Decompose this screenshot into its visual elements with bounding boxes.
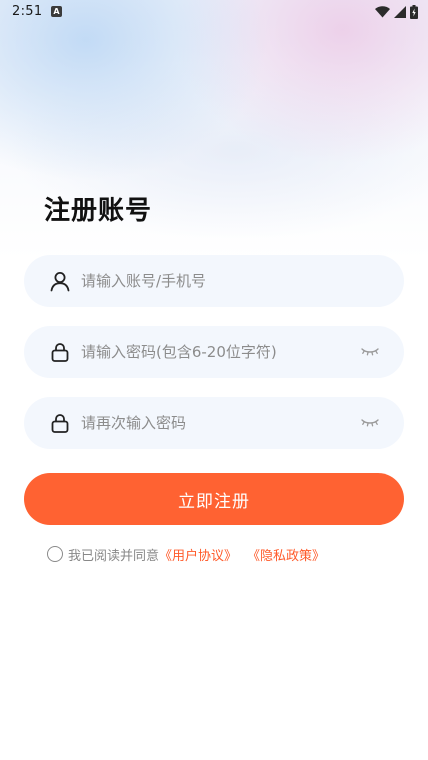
agreement-text: 我已阅读并同意 [68, 548, 160, 564]
eye-closed-icon[interactable] [360, 343, 380, 359]
privacy-policy-link[interactable]: 《隐私政策》 [247, 545, 325, 564]
register-button[interactable]: 立即注册 [24, 473, 404, 525]
signal-icon [394, 6, 406, 18]
status-icons [375, 5, 418, 19]
password-input[interactable] [81, 326, 351, 378]
page-title: 注册账号 [44, 196, 153, 226]
agreement-row: 我已阅读并同意 《用户协议》 《隐私政策》 [47, 544, 325, 564]
register-screen: 2:51 A 注册账号 请输入账号/手机号 立即注册 我已阅读并同意 《用户协议… [0, 0, 428, 760]
status-bar: 2:51 A [0, 0, 428, 26]
confirm-password-input[interactable] [81, 397, 351, 449]
user-agreement-link[interactable]: 《用户协议》 [159, 545, 237, 564]
account-input[interactable] [81, 255, 351, 307]
battery-charging-icon [410, 5, 418, 19]
wifi-icon [375, 6, 390, 18]
lock-icon [51, 414, 69, 433]
eye-closed-icon[interactable] [360, 414, 380, 430]
agreement-checkbox[interactable] [47, 546, 63, 562]
confirm-password-field[interactable] [24, 397, 404, 449]
lock-icon [51, 343, 69, 362]
password-field[interactable] [24, 326, 404, 378]
status-time: 2:51 [12, 4, 43, 19]
user-icon [50, 272, 70, 292]
account-field[interactable] [24, 255, 404, 307]
a-badge-icon: A [51, 6, 62, 17]
